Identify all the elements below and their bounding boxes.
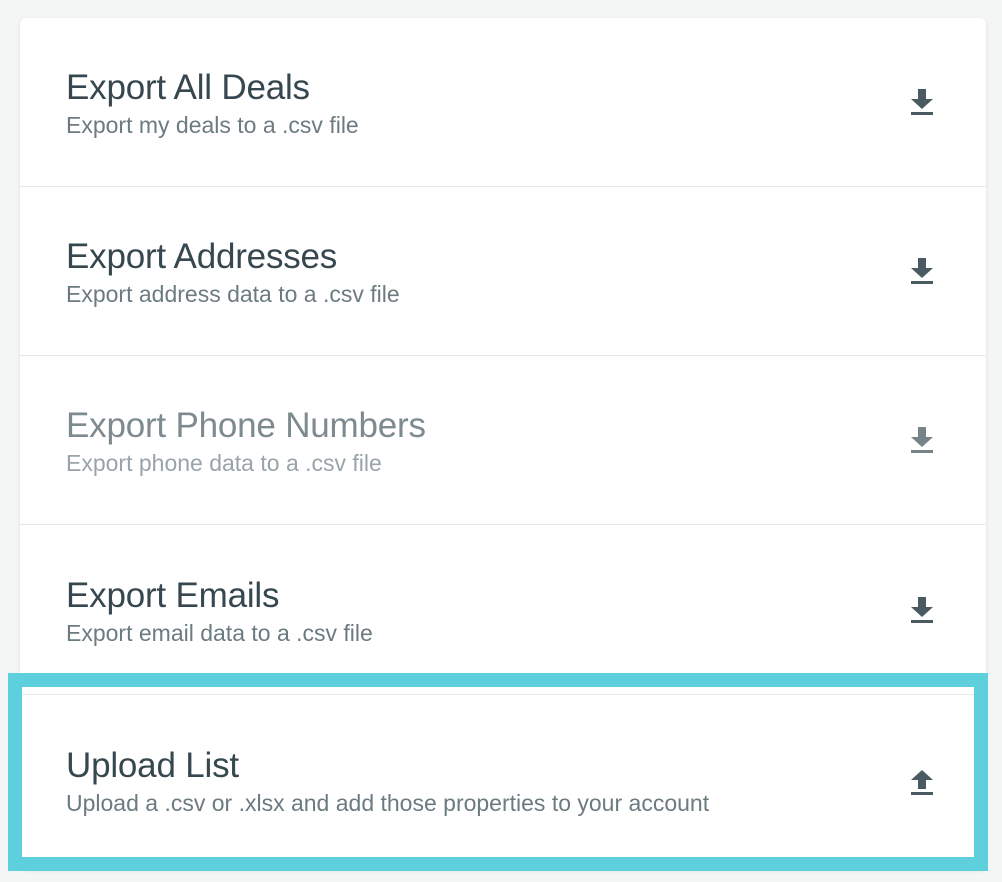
row-subtitle: Export phone data to a .csv file (66, 450, 382, 476)
row-subtitle: Export email data to a .csv file (66, 620, 373, 646)
row-title: Export Phone Numbers (66, 406, 426, 445)
export-all-deals-row[interactable]: Export All Deals Export my deals to a .c… (20, 18, 986, 187)
upload-list-row[interactable]: Upload List Upload a .csv or .xlsx and a… (20, 694, 986, 870)
row-title: Export Emails (66, 576, 280, 615)
row-subtitle: Upload a .csv or .xlsx and add those pro… (66, 790, 710, 816)
export-options-card: Export All Deals Export my deals to a .c… (20, 18, 986, 870)
export-phone-numbers-row[interactable]: Export Phone Numbers Export phone data t… (20, 356, 986, 525)
download-icon[interactable] (910, 426, 934, 454)
download-icon[interactable] (910, 596, 934, 624)
row-title: Export Addresses (66, 237, 338, 276)
download-icon[interactable] (910, 257, 934, 285)
row-title: Export All Deals (66, 68, 310, 107)
export-addresses-row[interactable]: Export Addresses Export address data to … (20, 187, 986, 356)
download-icon[interactable] (910, 88, 934, 116)
row-subtitle: Export address data to a .csv file (66, 281, 400, 307)
row-title: Upload List (66, 746, 239, 785)
export-emails-row[interactable]: Export Emails Export email data to a .cs… (20, 526, 986, 695)
row-subtitle: Export my deals to a .csv file (66, 112, 359, 138)
upload-icon[interactable] (910, 768, 934, 796)
